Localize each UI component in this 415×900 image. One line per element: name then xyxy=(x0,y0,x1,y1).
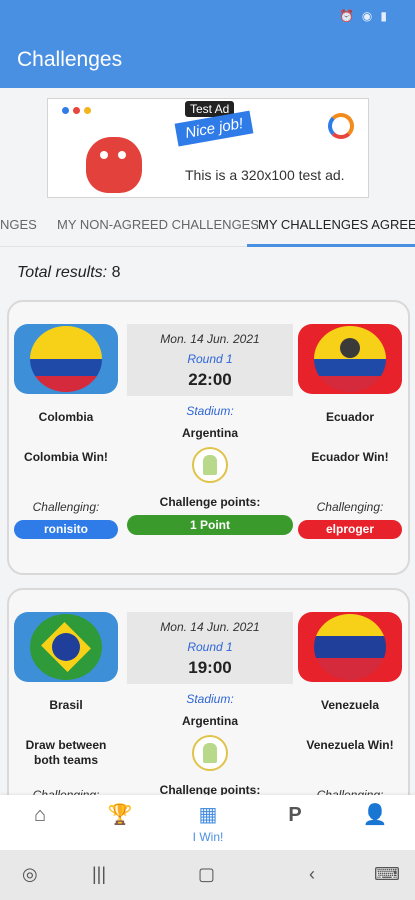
match-date: Mon. 14 Jun. 2021 xyxy=(160,332,260,346)
bottom-nav: ⌂ 🏆 ▦ I Win! P 👤 xyxy=(0,795,415,850)
away-team: Ecuador Ecuador Win! Challenging: elprog… xyxy=(298,324,402,539)
away-prediction: Ecuador Win! xyxy=(311,450,389,464)
stadium-label: Stadium: xyxy=(186,692,234,706)
home-challenging-label: Challenging: xyxy=(32,500,100,514)
recent-apps-icon[interactable]: ||| xyxy=(92,864,106,885)
home-icon: ⌂ xyxy=(33,804,47,826)
ad-text: This is a 320x100 test ad. xyxy=(185,167,345,183)
nav-i-win-label: I Win! xyxy=(192,830,224,844)
stadium-label: Stadium: xyxy=(186,404,234,418)
page-title: Challenges xyxy=(17,48,123,71)
match-info: Mon. 14 Jun. 2021 Round 1 19:00 Stadium:… xyxy=(127,612,293,797)
nav-trophy[interactable]: 🏆 xyxy=(90,803,150,827)
match-time: 19:00 xyxy=(188,658,232,677)
home-team-name: Colombia xyxy=(38,410,94,424)
total-value: 8 xyxy=(111,264,121,281)
match-round: Round 1 xyxy=(187,352,233,366)
tab-indicator xyxy=(247,244,415,247)
match-round: Round 1 xyxy=(187,640,233,654)
signal-icon: ▮ xyxy=(380,9,387,23)
venezuela-flag-icon xyxy=(298,612,402,682)
match-date: Mon. 14 Jun. 2021 xyxy=(160,620,260,634)
ad-logo-icon xyxy=(328,113,354,139)
app-bar: Challenges xyxy=(0,33,415,88)
nav-points[interactable]: P xyxy=(265,803,325,827)
challenge-card[interactable]: Colombia Colombia Win! Challenging: roni… xyxy=(7,300,410,575)
p-icon: P xyxy=(288,804,302,826)
away-team-name: Venezuela xyxy=(320,698,380,712)
match-time-box: Mon. 14 Jun. 2021 Round 1 19:00 xyxy=(127,612,293,684)
match-info: Mon. 14 Jun. 2021 Round 1 22:00 Stadium:… xyxy=(127,324,293,535)
match-time-box: Mon. 14 Jun. 2021 Round 1 22:00 xyxy=(127,324,293,396)
away-challenging-label: Challenging: xyxy=(316,500,384,514)
status-bar: ⏰ ◉ ▮ xyxy=(0,0,415,33)
colombia-flag-icon xyxy=(14,324,118,394)
match-time: 22:00 xyxy=(188,370,232,389)
wifi-icon: ◉ xyxy=(361,9,373,23)
ecuador-flag-icon xyxy=(298,324,402,394)
alarm-icon: ⏰ xyxy=(338,9,354,23)
away-user-badge[interactable]: elproger xyxy=(298,520,402,539)
ad-decoration xyxy=(62,107,91,114)
grid-icon: ▦ xyxy=(198,804,218,826)
tab-non-agreed[interactable]: MY NON-AGREED CHALLENGES xyxy=(57,217,259,232)
game-launcher-icon[interactable]: ◎ xyxy=(22,864,38,885)
nav-profile[interactable]: 👤 xyxy=(345,803,405,827)
copa-america-logo-icon xyxy=(192,735,228,771)
tab-challenges[interactable]: NGES xyxy=(0,217,37,232)
away-team: Venezuela Venezuela Win! Challenging: xyxy=(298,612,402,802)
tab-bar: NGES MY NON-AGREED CHALLENGES MY CHALLEN… xyxy=(0,200,415,247)
trophy-icon: 🏆 xyxy=(107,804,133,826)
home-button-icon[interactable]: ▢ xyxy=(198,864,215,885)
nav-i-win[interactable]: ▦ I Win! xyxy=(178,803,238,844)
ad-banner[interactable]: Test Ad Nice job! This is a 320x100 test… xyxy=(47,98,369,198)
tab-agreed[interactable]: MY CHALLENGES AGREED xyxy=(258,217,415,232)
ad-monster-image xyxy=(86,137,142,193)
total-results: Total results: 8 xyxy=(17,264,120,282)
brasil-flag-icon xyxy=(14,612,118,682)
back-icon[interactable]: ‹ xyxy=(309,864,315,885)
keyboard-icon[interactable]: ⌨ xyxy=(374,864,400,885)
points-badge: 1 Point xyxy=(127,515,293,535)
copa-america-logo-icon xyxy=(192,447,228,483)
person-icon: 👤 xyxy=(362,804,388,826)
system-nav: ◎ ||| ▢ ‹ ⌨ xyxy=(0,850,415,900)
points-label: Challenge points: xyxy=(159,495,261,509)
home-team: Brasil Draw between both teams Challengi… xyxy=(14,612,118,802)
total-label: Total results: xyxy=(17,264,108,281)
home-team-name: Brasil xyxy=(49,698,83,712)
home-prediction: Colombia Win! xyxy=(24,450,108,464)
home-prediction: Draw between both teams xyxy=(25,738,107,767)
nav-home[interactable]: ⌂ xyxy=(10,803,70,827)
away-prediction: Venezuela Win! xyxy=(306,738,394,752)
away-team-name: Ecuador xyxy=(325,410,374,424)
stadium-name: Argentina xyxy=(181,714,238,728)
stadium-name: Argentina xyxy=(181,426,238,440)
home-team: Colombia Colombia Win! Challenging: roni… xyxy=(14,324,118,539)
home-user-badge[interactable]: ronisito xyxy=(14,520,118,539)
